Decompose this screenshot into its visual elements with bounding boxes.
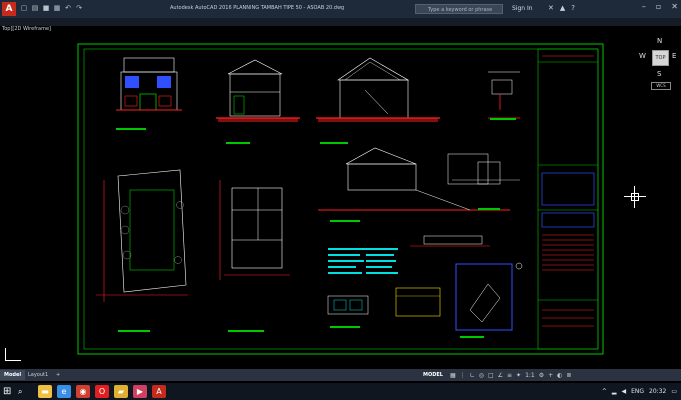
- ucs-icon: [2, 348, 24, 366]
- grid-icon[interactable]: ▦: [450, 372, 456, 379]
- floor-plan: [219, 180, 290, 280]
- volume-icon[interactable]: ◀: [621, 386, 626, 397]
- osnap-icon[interactable]: □: [488, 372, 494, 379]
- taskbar-search-icon[interactable]: ⌕: [18, 387, 22, 397]
- windows-start-icon[interactable]: ⊞: [3, 386, 14, 397]
- new-icon[interactable]: ▢: [20, 4, 28, 12]
- clock[interactable]: 20:32: [649, 386, 666, 397]
- viewcube-north[interactable]: N: [657, 37, 662, 45]
- plus-icon[interactable]: +: [548, 372, 553, 379]
- location-plan: [455, 262, 523, 331]
- notification-icon[interactable]: ▭: [671, 386, 677, 397]
- sheet-inner-frame: [83, 48, 599, 350]
- windows-taskbar: ⊞ ⌕ ▬ e ◉ O ▰ ▶ A ^ ▂ ◀ ENG 20:32 ▭: [0, 383, 681, 400]
- save-icon[interactable]: ■: [42, 4, 50, 12]
- open-icon[interactable]: ▤: [31, 4, 39, 12]
- drawing-canvas[interactable]: [0, 30, 681, 369]
- isolate-icon[interactable]: ◐: [557, 372, 562, 379]
- site-plan: [96, 169, 188, 302]
- language-indicator[interactable]: ENG: [631, 386, 644, 397]
- viewcube-south[interactable]: S: [657, 70, 661, 78]
- title-bar: A ▢ ▤ ■ ▦ ↶ ↷ Autodesk AutoCAD 2016 PLAN…: [0, 0, 681, 18]
- autocad-app-icon[interactable]: A: [2, 2, 16, 16]
- edge-icon[interactable]: e: [57, 385, 71, 398]
- search-input[interactable]: Type a keyword or phrase: [415, 4, 503, 14]
- viewcube[interactable]: N W TOP E S WCS: [639, 37, 679, 92]
- maximize-icon[interactable]: ▫: [656, 2, 661, 11]
- autocad-icon[interactable]: A: [152, 385, 166, 398]
- ortho-icon[interactable]: ∟: [470, 372, 475, 379]
- lineweight-icon[interactable]: ≡: [507, 372, 512, 379]
- status-bar: MODEL ▦ ⋮ ∟ ◎ □ ∠ ≡ ✦ 1:1 ⚙ + ◐ ≣: [420, 369, 681, 381]
- quick-access-toolbar: ▢ ▤ ■ ▦ ↶ ↷: [20, 4, 83, 14]
- sheet-frame: [77, 43, 604, 355]
- detail-drawing-1: [488, 71, 520, 119]
- undo-icon[interactable]: ↶: [64, 4, 72, 12]
- exchange-icon[interactable]: ✕: [548, 4, 554, 12]
- tray-arrow-icon[interactable]: ^: [602, 386, 607, 397]
- help-icon[interactable]: ?: [571, 4, 575, 12]
- septic-tank-detail: [327, 287, 441, 317]
- redo-icon[interactable]: ↷: [75, 4, 83, 12]
- close-icon[interactable]: ✕: [671, 2, 678, 11]
- user-icon[interactable]: ▲: [560, 4, 565, 12]
- section-drawing: [316, 57, 440, 122]
- file-tabs-bar: [0, 18, 681, 26]
- fence-detail: [410, 235, 490, 247]
- tab-layout1[interactable]: Layout1: [24, 370, 52, 380]
- print-icon[interactable]: ▦: [53, 4, 61, 12]
- detail-drawing-2: [447, 153, 520, 185]
- window-title: Autodesk AutoCAD 2016 PLANNING TAMBAH TI…: [170, 5, 345, 11]
- media-icon[interactable]: ▶: [133, 385, 147, 398]
- front-elevation: [116, 57, 182, 111]
- polar-icon[interactable]: ◎: [479, 372, 484, 379]
- annotation-scale[interactable]: 1:1: [525, 372, 535, 379]
- files-icon[interactable]: ▰: [114, 385, 128, 398]
- viewcube-east[interactable]: E: [672, 52, 676, 60]
- sign-in-button[interactable]: Sign In: [512, 5, 533, 12]
- side-elevation: [216, 59, 300, 122]
- workspace-gear-icon[interactable]: ⚙: [539, 372, 544, 379]
- notes-block: [328, 248, 398, 274]
- title-block: [537, 48, 599, 350]
- customize-icon[interactable]: ≣: [566, 372, 571, 379]
- chrome-icon[interactable]: ◉: [76, 385, 90, 398]
- annotation-icon[interactable]: ✦: [516, 372, 521, 379]
- cursor-crosshair: [624, 186, 646, 208]
- wcs-menu[interactable]: WCS: [651, 82, 671, 90]
- network-icon[interactable]: ▂: [612, 386, 617, 397]
- system-tray: ^ ▂ ◀ ENG 20:32 ▭: [602, 386, 677, 397]
- opera-icon[interactable]: O: [95, 385, 109, 398]
- viewcube-top-face[interactable]: TOP: [652, 50, 669, 66]
- file-explorer-icon[interactable]: ▬: [38, 385, 52, 398]
- tab-add-layout[interactable]: +: [52, 370, 64, 380]
- snap-icon[interactable]: ⋮: [460, 372, 466, 379]
- rear-elevation: [318, 147, 510, 211]
- minimize-icon[interactable]: –: [642, 2, 646, 11]
- model-space-button[interactable]: MODEL: [420, 372, 446, 378]
- otrack-icon[interactable]: ∠: [498, 372, 503, 379]
- tab-model[interactable]: Model: [0, 370, 26, 380]
- viewcube-west[interactable]: W: [639, 52, 646, 60]
